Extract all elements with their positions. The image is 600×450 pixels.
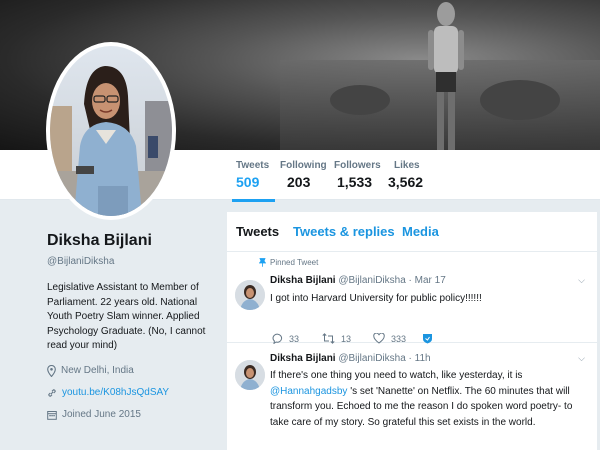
- stat-tweets[interactable]: Tweets 509: [231, 160, 276, 202]
- pinned-label: Pinned Tweet: [270, 258, 319, 267]
- like-button[interactable]: 333: [373, 333, 406, 344]
- reply-icon: [272, 333, 283, 344]
- stat-label: Following: [280, 160, 327, 171]
- profile-bio: Legislative Assistant to Member of Parli…: [47, 282, 206, 351]
- analytics-button[interactable]: [422, 333, 439, 344]
- banner-bush: [480, 80, 560, 120]
- tab-tweets-and-replies[interactable]: Tweets & replies: [293, 224, 395, 239]
- joined-text: Joined June 2015: [62, 409, 141, 420]
- profile-avatar[interactable]: [46, 42, 176, 220]
- timeline: Tweets Tweets & replies Media Pinned Twe…: [227, 212, 597, 450]
- profile-website[interactable]: youtu.be/K08hJsQdSAY: [47, 386, 217, 400]
- profile-handle[interactable]: @BijlaniDiksha: [47, 256, 217, 267]
- tweet-text: I got into Harvard University for public…: [270, 293, 482, 304]
- profile-location: New Delhi, India: [47, 364, 217, 378]
- stat-value: 1,533: [337, 174, 373, 190]
- retweet-button[interactable]: 13: [322, 333, 351, 344]
- retweet-count: 13: [341, 333, 352, 344]
- stat-value: 509: [236, 174, 260, 190]
- tweet-author-name[interactable]: Diksha Bijlani: [270, 275, 336, 286]
- tweet-handle-date[interactable]: @BijlaniDiksha · Mar 17: [338, 275, 445, 286]
- stat-likes[interactable]: Likes 3,562: [388, 160, 423, 190]
- location-text: New Delhi, India: [61, 365, 134, 376]
- tweet-item[interactable]: Pinned Tweet Diksha Bijlani @BijlaniDiks…: [227, 253, 597, 344]
- banner-person-figure: [428, 2, 464, 150]
- profile-name[interactable]: Diksha Bijlani: [47, 232, 217, 250]
- profile-info: Diksha Bijlani @BijlaniDiksha Legislativ…: [47, 232, 217, 422]
- link-icon: [48, 388, 56, 397]
- timeline-tabs: Tweets Tweets & replies Media: [227, 212, 597, 252]
- tweet-header: Diksha Bijlani @BijlaniDiksha · Mar 17: [270, 275, 446, 286]
- tweet-avatar[interactable]: [235, 360, 265, 390]
- shield-icon: [423, 334, 432, 344]
- stat-following[interactable]: Following 203: [280, 160, 327, 190]
- stat-value: 203: [287, 174, 311, 190]
- like-count: 333: [391, 333, 407, 344]
- tweet-text: If there's one thing you need to watch, …: [270, 368, 588, 430]
- mention-link[interactable]: @Hannahgadsby: [270, 386, 347, 397]
- pin-icon: [259, 258, 266, 267]
- tweet-header: Diksha Bijlani @BijlaniDiksha · 11h: [270, 353, 431, 364]
- pinned-indicator: Pinned Tweet: [259, 258, 318, 267]
- reply-count: 33: [289, 333, 300, 344]
- tweet-item[interactable]: Diksha Bijlani @BijlaniDiksha · 11h ⌵ If…: [227, 344, 597, 450]
- calendar-icon: [47, 410, 57, 420]
- tab-tweets[interactable]: Tweets: [236, 224, 279, 239]
- location-pin-icon: [47, 364, 56, 377]
- tweet-avatar[interactable]: [235, 280, 265, 310]
- stat-value: 3,562: [388, 174, 424, 190]
- stat-label: Tweets: [236, 160, 270, 171]
- chevron-down-icon[interactable]: ⌵: [578, 275, 585, 286]
- stat-label: Followers: [334, 160, 381, 171]
- reply-button[interactable]: 33: [272, 333, 299, 344]
- profile-joined: Joined June 2015: [47, 408, 217, 422]
- stat-followers[interactable]: Followers 1,533: [334, 160, 381, 190]
- stat-label: Likes: [394, 160, 420, 171]
- chevron-down-icon[interactable]: ⌵: [578, 353, 585, 364]
- tweet-text-part: If there's one thing you need to watch, …: [270, 370, 523, 381]
- heart-icon: [373, 333, 385, 344]
- retweet-icon: [322, 333, 335, 344]
- website-link[interactable]: youtu.be/K08hJsQdSAY: [62, 387, 169, 398]
- tab-media[interactable]: Media: [402, 224, 439, 239]
- banner-bush: [330, 85, 390, 115]
- tweet-author-name[interactable]: Diksha Bijlani: [270, 353, 336, 364]
- tweet-handle-date[interactable]: @BijlaniDiksha · 11h: [338, 353, 430, 364]
